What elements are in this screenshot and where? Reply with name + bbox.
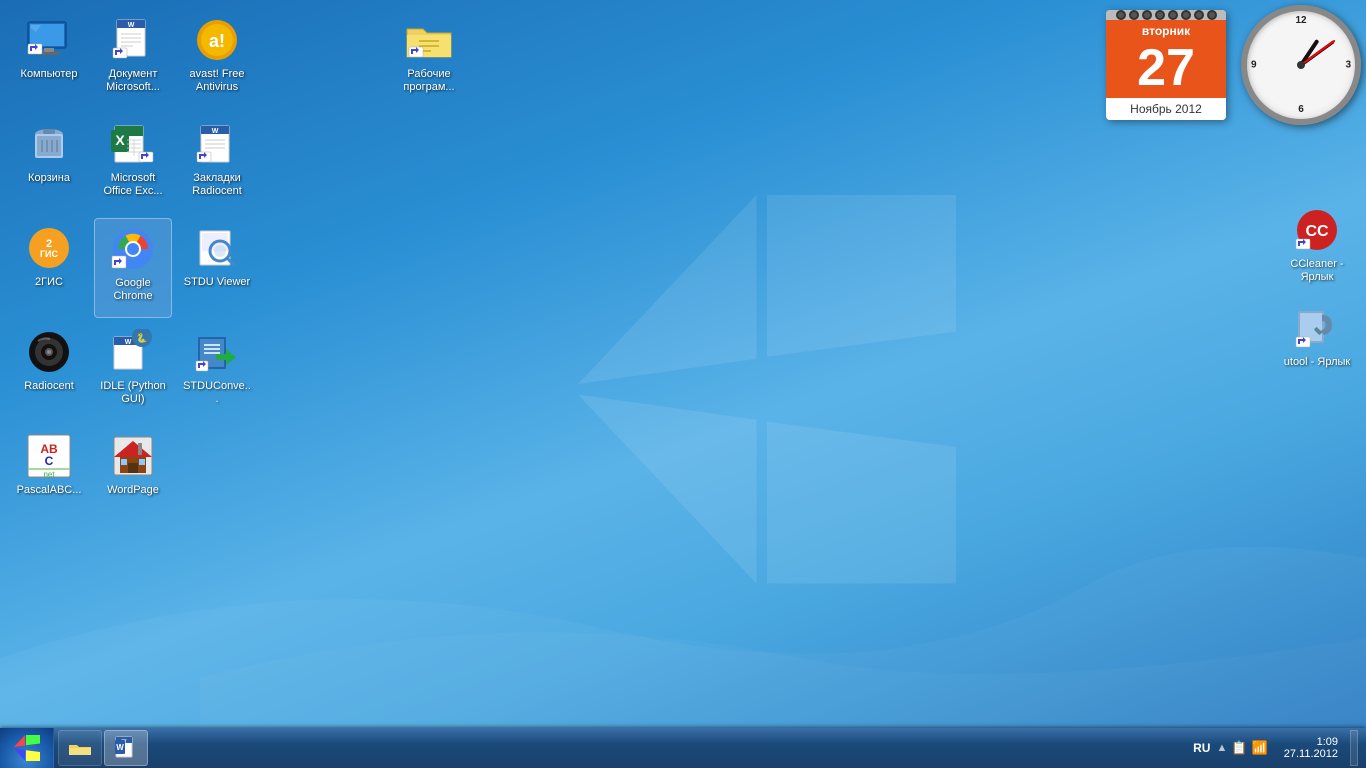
- clock-widget: 12 3 6 9: [1241, 5, 1361, 125]
- desktop-icon-radiocent[interactable]: Radiocent: [10, 322, 88, 422]
- clock-center-dot: [1297, 61, 1305, 69]
- desktop-icon-idle[interactable]: W 🐍 IDLE (Python GUI): [94, 322, 172, 422]
- desktop-icon-ccleaner[interactable]: CC CCleaner - Ярлык: [1278, 200, 1356, 290]
- trash-icon: [25, 120, 73, 168]
- desktop-icon-label: Рабочие програм...: [394, 68, 464, 94]
- desktop-icon-trash[interactable]: Корзина: [10, 114, 88, 214]
- ccleaner-icon: CC: [1293, 206, 1341, 254]
- wordpage-label: WordPage: [107, 484, 159, 497]
- avast-label: avast! Free Antivirus: [182, 68, 252, 94]
- clock-face: 12 3 6 9: [1241, 5, 1361, 125]
- stduconv-icon: [193, 328, 241, 376]
- desktop-icon-computer[interactable]: Компьютер: [10, 10, 88, 110]
- desktop-icon-stduconv[interactable]: STDUConve...: [178, 322, 256, 422]
- system-tray: RU ▲ 📋 📶: [1185, 728, 1274, 768]
- 2gis-icon: 2 ГИС: [25, 224, 73, 272]
- svg-text:ГИС: ГИС: [40, 249, 59, 259]
- idle-label: IDLE (Python GUI): [98, 380, 168, 406]
- taskbar-time: 1:09: [1317, 736, 1338, 748]
- calendar-day-of-week: вторник: [1106, 20, 1226, 40]
- excel-label: Microsoft Office Exc...: [98, 172, 168, 198]
- stdu-icon: [193, 224, 241, 272]
- clock-tray[interactable]: 1:09 27.11.2012: [1280, 734, 1342, 762]
- bookmarks-label: Закладки Radiocent: [182, 172, 252, 198]
- svg-text:🐍: 🐍: [136, 332, 147, 343]
- svg-text:W: W: [212, 128, 219, 135]
- folder-icon: [405, 16, 453, 64]
- desktop-icon-stdu[interactable]: STDU Viewer: [178, 218, 256, 318]
- radiocent-label: Radiocent: [24, 380, 74, 393]
- svg-text:W: W: [116, 743, 124, 752]
- taskbar-right: RU ▲ 📋 📶 1:09 27.11.2012: [1177, 728, 1366, 768]
- svg-text:X: X: [115, 132, 125, 148]
- trash-label: Корзина: [28, 172, 70, 185]
- show-desktop-button[interactable]: [1350, 730, 1358, 766]
- computer-label: Компьютер: [21, 68, 78, 81]
- utool-label: utool - Ярлык: [1284, 356, 1350, 369]
- radiocent-icon: [25, 328, 73, 376]
- desktop-icon-document[interactable]: W Документ Microsoft...: [94, 10, 172, 110]
- svg-text:C: C: [45, 454, 54, 468]
- excel-icon: X: [109, 120, 157, 168]
- taskbar-app-explorer[interactable]: [58, 730, 102, 766]
- svg-text:W: W: [128, 22, 135, 29]
- stdu-label: STDU Viewer: [184, 276, 250, 289]
- taskbar: W W RU ▲ 📋 📶 1:09 27.11.2012: [0, 728, 1366, 768]
- desktop-icon-wordpage[interactable]: WordPage: [94, 426, 172, 526]
- svg-text:CC: CC: [1305, 223, 1329, 240]
- stduconv-label: STDUConve...: [182, 380, 252, 406]
- ccleaner-label: CCleaner - Ярлык: [1282, 258, 1352, 284]
- start-button[interactable]: [0, 728, 54, 768]
- taskbar-app-word[interactable]: W W: [104, 730, 148, 766]
- desktop-icon-2gis[interactable]: 2 ГИС 2ГИС: [10, 218, 88, 318]
- calendar-widget[interactable]: вторник 27 Ноябрь 2012: [1106, 10, 1226, 120]
- document-label: Документ Microsoft...: [98, 68, 168, 94]
- desktop-icon-utool[interactable]: utool - Ярлык: [1278, 298, 1356, 375]
- desktop-icon-avast[interactable]: a! avast! Free Antivirus: [178, 10, 256, 110]
- pascal-icon: AB C net: [25, 432, 73, 480]
- calendar-day-number: 27: [1106, 40, 1226, 98]
- avast-icon: a!: [193, 16, 241, 64]
- word-doc-icon: W: [109, 16, 157, 64]
- taskbar-date: 27.11.2012: [1284, 748, 1338, 760]
- desktop-icon-work-programs[interactable]: Рабочие програм...: [390, 10, 468, 100]
- calendar-spirals: [1106, 10, 1226, 20]
- desktop-icon-grid-left: Компьютер W Документ Microsoft...: [10, 10, 258, 526]
- svg-text:a!: a!: [209, 31, 225, 51]
- bookmarks-icon: W: [193, 120, 241, 168]
- tray-icon-clipboard: 📋: [1231, 740, 1247, 756]
- chrome-icon: [109, 225, 157, 273]
- 2gis-label: 2ГИС: [35, 276, 63, 289]
- pascal-label: PascalABC...: [17, 484, 82, 497]
- desktop-icon-bookmarks[interactable]: W Закладки Radiocent: [178, 114, 256, 214]
- tray-icon-signal: 📶: [1252, 740, 1268, 756]
- desktop-icon-grid-right: CC CCleaner - Ярлык: [1278, 200, 1356, 376]
- idle-icon: W 🐍: [109, 328, 157, 376]
- wordpage-icon: [109, 432, 157, 480]
- tray-language: RU: [1191, 741, 1212, 755]
- chrome-label: Google Chrome: [99, 277, 167, 303]
- desktop-icon-excel[interactable]: X Microsoft Office Exc...: [94, 114, 172, 214]
- svg-text:W: W: [125, 339, 132, 346]
- calendar-month-year: Ноябрь 2012: [1106, 98, 1226, 120]
- computer-icon: [25, 16, 73, 64]
- windows-logo-icon: [12, 733, 42, 763]
- tray-up-arrow[interactable]: ▲: [1216, 742, 1227, 754]
- svg-text:net: net: [43, 470, 55, 479]
- desktop-icon-chrome[interactable]: Google Chrome: [94, 218, 172, 318]
- desktop-icon-pascal[interactable]: AB C net PascalABC...: [10, 426, 88, 526]
- utool-icon: [1293, 304, 1341, 352]
- taskbar-apps: W W: [54, 728, 152, 768]
